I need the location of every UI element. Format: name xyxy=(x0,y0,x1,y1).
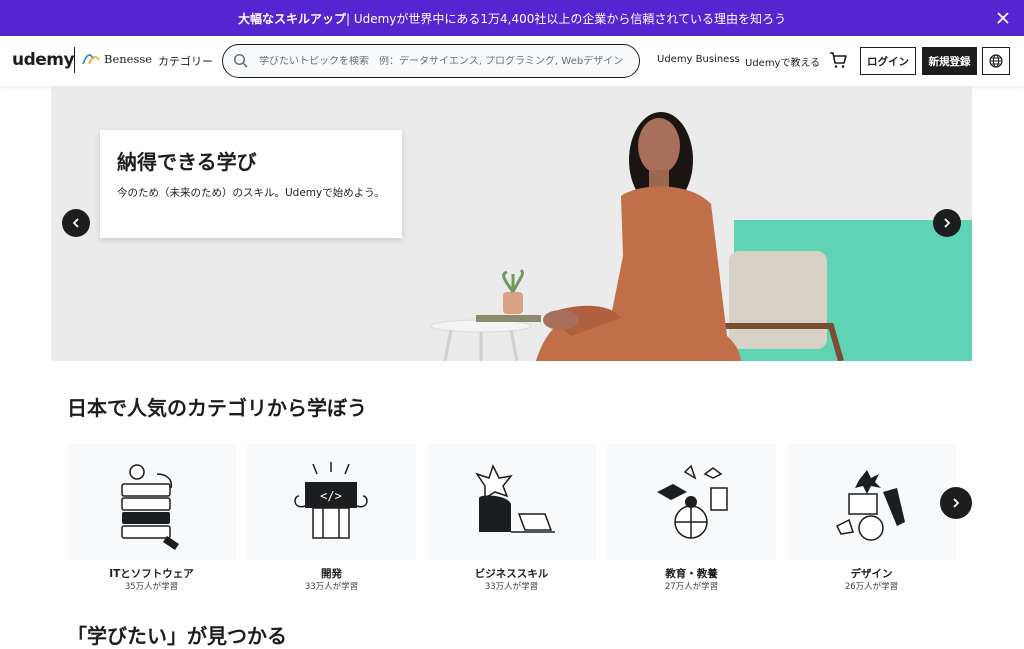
categories-menu[interactable]: カテゴリー xyxy=(158,53,213,69)
promo-banner-bold: 大幅なスキルアップ xyxy=(237,11,346,26)
category-card-development[interactable]: </> xyxy=(247,444,416,560)
chevron-left-icon xyxy=(72,218,79,228)
category-learners: 33万人が学習 xyxy=(484,582,539,592)
header: udemy Benesse カテゴリー Udemy Business Udemy… xyxy=(0,36,1024,86)
development-illustration-icon: </> xyxy=(294,462,368,539)
search-input[interactable] xyxy=(259,55,629,67)
category-learners: 35万人が学習 xyxy=(124,582,179,592)
category-name[interactable]: 教育・教養 xyxy=(607,566,776,581)
category-name[interactable]: ITとソフトウェア xyxy=(67,566,236,581)
category-learners: 33万人が学習 xyxy=(304,582,359,592)
udemy-logo-text: udemy xyxy=(12,50,75,70)
category-name[interactable]: ビジネススキル xyxy=(427,566,596,581)
categories-next-button[interactable] xyxy=(940,487,972,519)
promo-banner[interactable]: 大幅なスキルアップ | Udemyが世界中にある1万4,400社以上の企業から信… xyxy=(0,0,1024,36)
signup-button[interactable]: 新規登録 xyxy=(922,47,977,75)
benesse-mark-icon xyxy=(82,54,100,65)
design-illustration-icon xyxy=(835,470,905,541)
category-learners: 27万人が学習 xyxy=(664,582,719,592)
teach-link[interactable]: Udemyで教える xyxy=(745,54,820,69)
close-icon[interactable] xyxy=(994,9,1012,27)
education-illustration-icon xyxy=(657,464,728,539)
category-card-it[interactable] xyxy=(67,444,236,560)
language-button[interactable] xyxy=(982,47,1010,75)
promo-banner-text: | Udemyが世界中にある1万4,400社以上の企業から信頼されている理由を知… xyxy=(345,11,787,26)
chevron-right-icon xyxy=(953,498,960,508)
logo-divider xyxy=(74,47,75,73)
hero-subtitle: 今のため（未来のため）のスキル。Udemyで始めよう。 xyxy=(117,187,385,199)
chevron-right-icon xyxy=(944,218,951,228)
category-learners: 26万人が学習 xyxy=(844,582,899,592)
search-icon[interactable] xyxy=(233,53,249,69)
udemy-logo[interactable]: udemy xyxy=(12,50,75,70)
cart-icon[interactable] xyxy=(829,51,847,69)
hero-next-button[interactable] xyxy=(933,209,961,237)
globe-icon xyxy=(989,54,1003,68)
udemy-business-link[interactable]: Udemy Business xyxy=(657,54,740,65)
it-software-illustration-icon xyxy=(121,464,179,550)
benesse-logo: Benesse xyxy=(81,51,152,67)
category-card-design[interactable] xyxy=(787,444,956,560)
hero-prev-button[interactable] xyxy=(62,209,90,237)
svg-text:</>: </> xyxy=(320,489,342,503)
benesse-text: Benesse xyxy=(104,52,153,66)
category-name[interactable]: 開発 xyxy=(247,566,416,581)
categories-section-title: 日本で人気のカテゴリから学ぼう xyxy=(67,396,367,420)
category-name[interactable]: デザイン xyxy=(787,566,956,581)
business-skills-illustration-icon xyxy=(475,464,555,533)
login-button[interactable]: ログイン xyxy=(860,47,916,75)
hero-card: 納得できる学び 今のため（未来のため）のスキル。Udemyで始めよう。 xyxy=(100,130,402,238)
hero-title: 納得できる学び xyxy=(117,150,257,174)
category-card-business[interactable] xyxy=(427,444,596,560)
category-card-education[interactable] xyxy=(607,444,776,560)
search-bar[interactable] xyxy=(222,44,640,78)
